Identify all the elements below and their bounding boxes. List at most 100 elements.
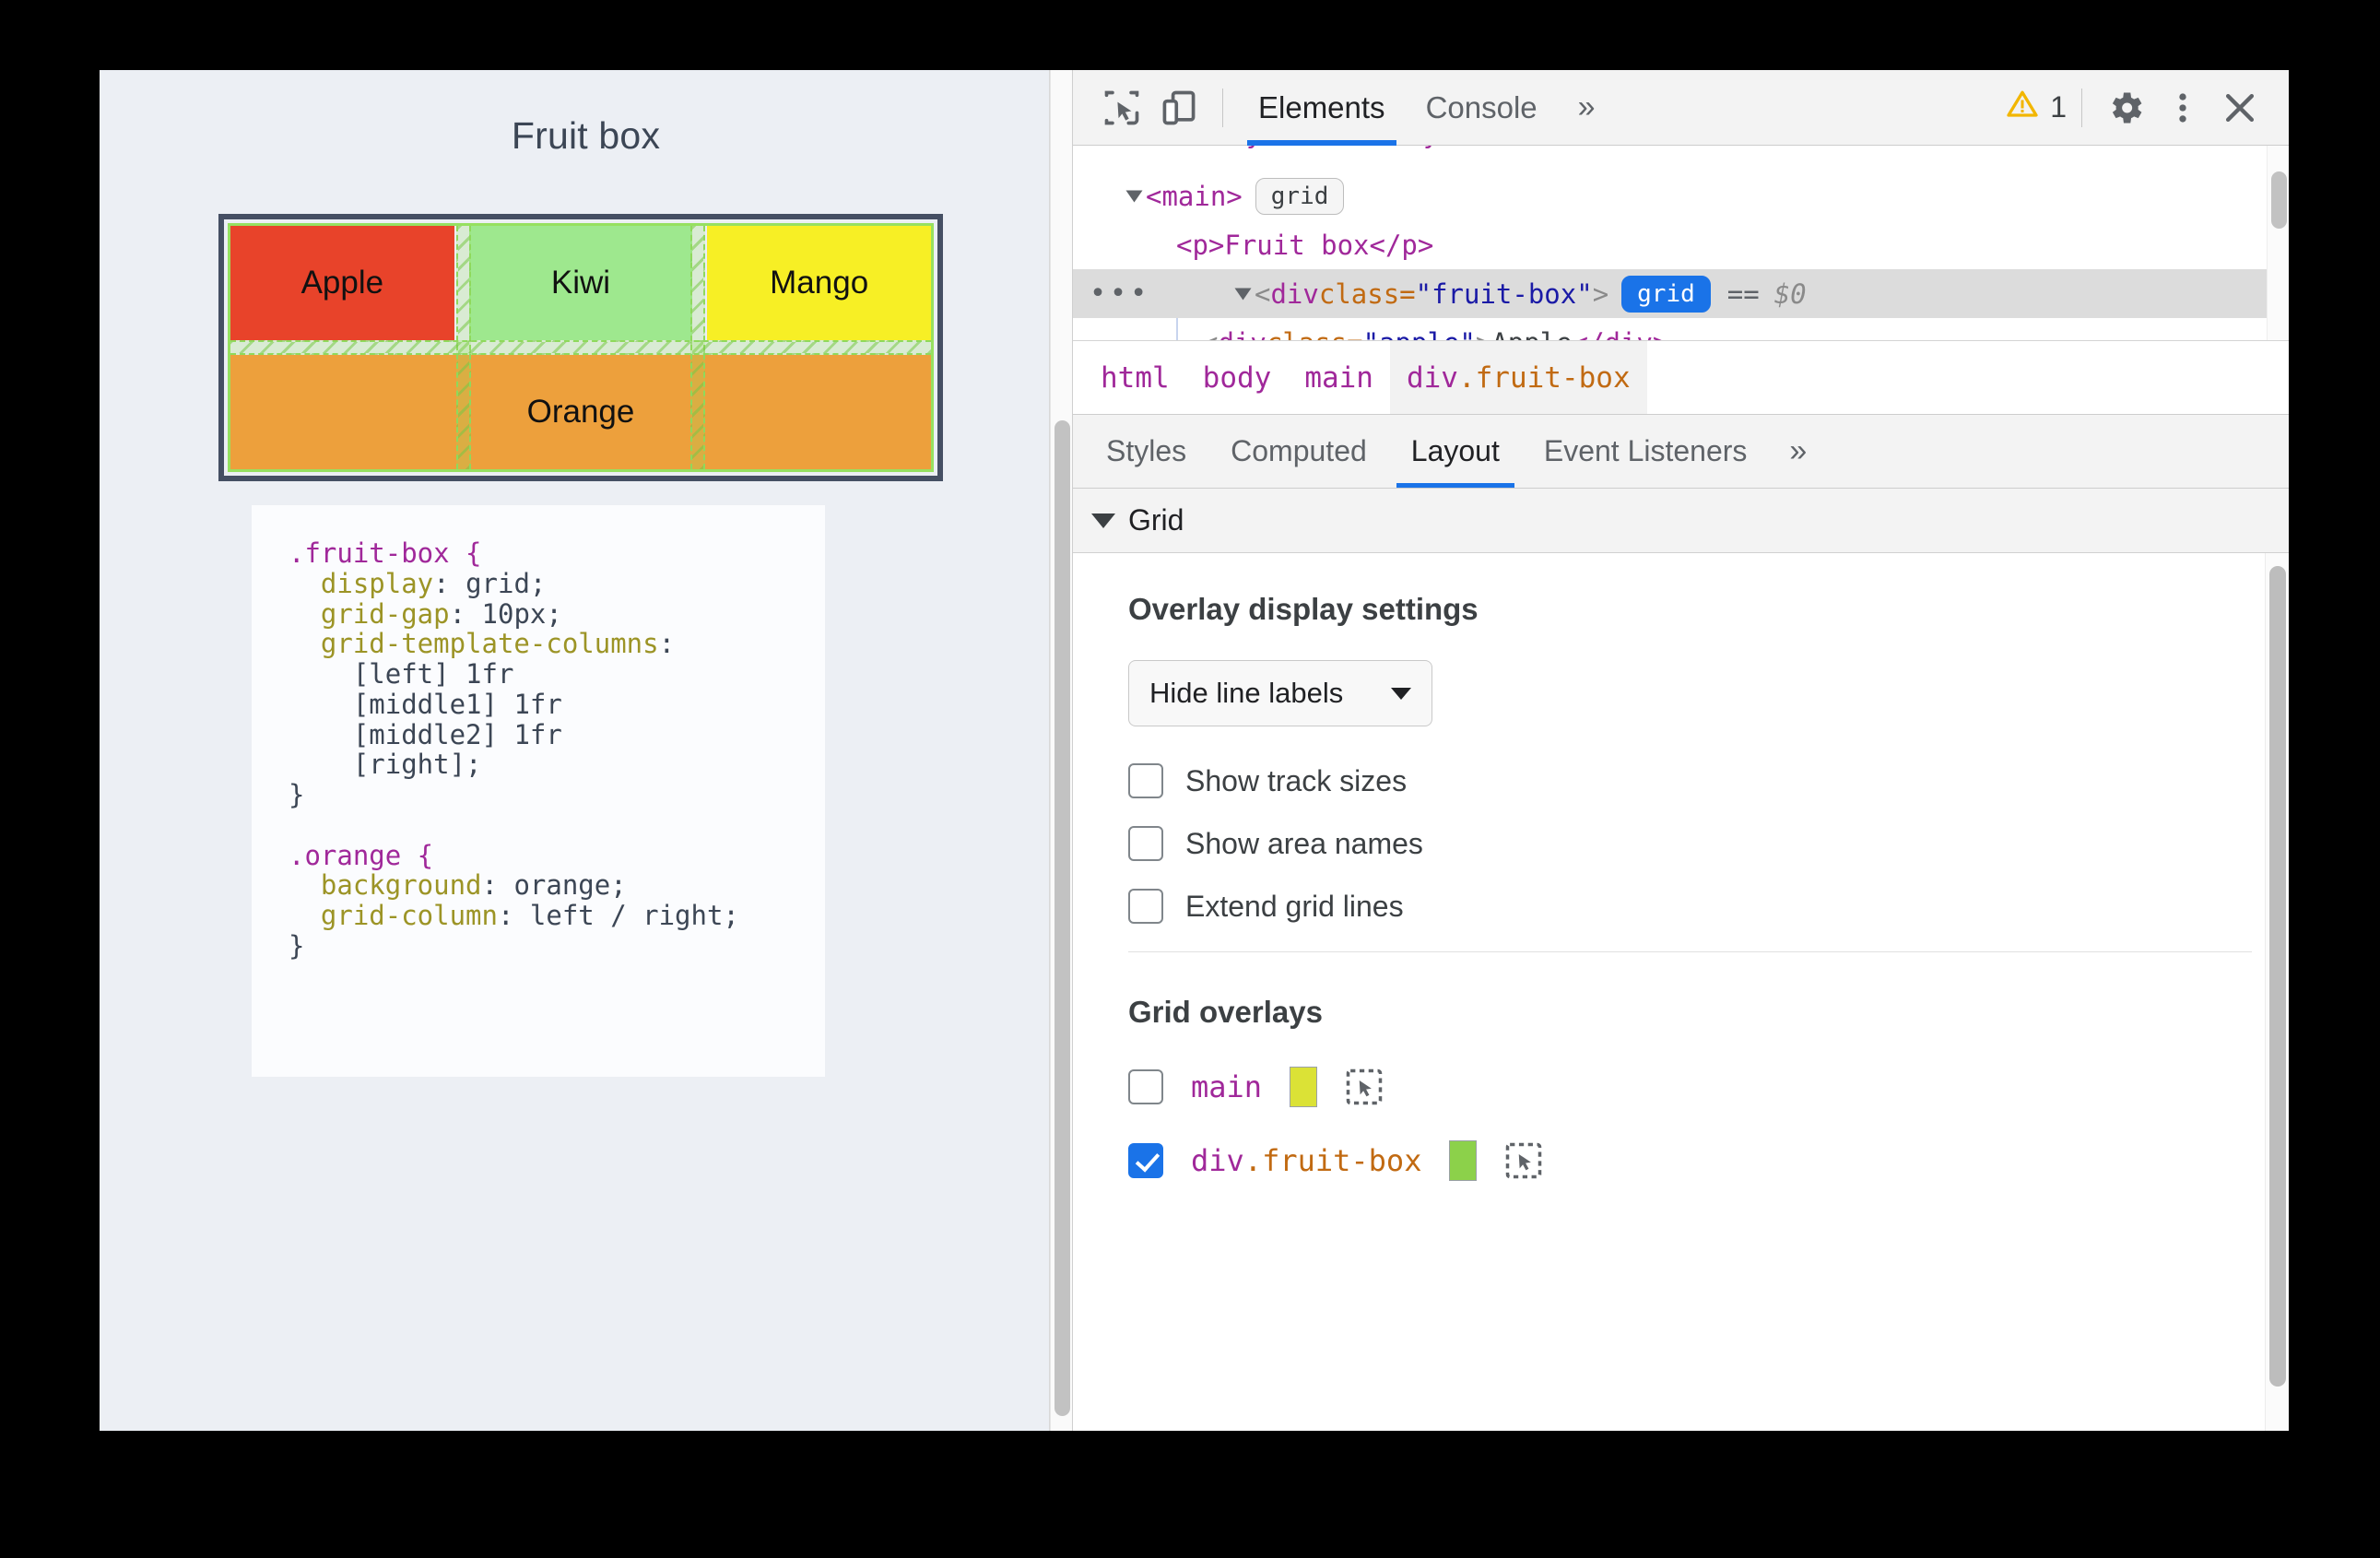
css-val-display: grid; <box>465 567 547 599</box>
dom-row-p[interactable]: <p>Fruit box</p> <box>1073 220 2289 269</box>
pane-tabs: Styles Computed Layout Event Listeners » <box>1073 415 2289 489</box>
overlay-color-swatch-fruit-box[interactable] <box>1449 1140 1478 1181</box>
expand-triangle-icon[interactable] <box>1234 288 1252 300</box>
breadcrumb: html body main div .fruit-box <box>1073 341 2289 415</box>
device-toolbar-icon[interactable] <box>1150 81 1208 135</box>
grid-cell-label: Mango <box>770 265 869 301</box>
overlay-settings-title: Overlay display settings <box>1128 592 1479 626</box>
dom-eq-marker: == <box>1726 277 1760 310</box>
checkbox-label: Extend grid lines <box>1185 889 1404 923</box>
overlay-color-swatch-main[interactable] <box>1290 1067 1318 1107</box>
dom-dollar-zero: $0 <box>1773 277 1807 310</box>
tab-computed-label: Computed <box>1231 434 1367 467</box>
line-labels-select[interactable]: Hide line labels <box>1128 660 1432 726</box>
grid-cell-apple: Apple <box>230 226 454 340</box>
tab-layout-label: Layout <box>1410 434 1500 467</box>
css-selector-fruit-box: .fruit-box { <box>289 537 482 569</box>
css-prop-grid-gap: grid-gap <box>320 597 450 630</box>
tab-console[interactable]: Console <box>1406 70 1558 146</box>
grid-badge[interactable]: grid <box>1255 177 1345 215</box>
css-prop-grid-template-columns: grid-template-columns <box>320 628 659 660</box>
layout-pane-scrollbar[interactable] <box>2265 553 2289 1431</box>
dom-row-ellipsis-badge[interactable]: ••• <box>1090 279 1150 308</box>
overlay-name-main: main <box>1191 1069 1263 1104</box>
breadcrumb-item-fruit-box[interactable]: div .fruit-box <box>1389 341 1647 414</box>
select-element-icon[interactable] <box>1504 1141 1543 1180</box>
browser-window: Fruit box Apple Kiwi Mango Orange .fruit… <box>100 70 2289 1431</box>
tab-layout[interactable]: Layout <box>1389 415 1522 488</box>
dom-row-apple[interactable]: <div class="apple">Apple</div> <box>1073 318 2289 341</box>
grid-badge-active[interactable]: grid <box>1621 275 1711 313</box>
css-selector-orange: .orange { <box>289 839 434 871</box>
dom-tree[interactable]: <body class="style"> <main> grid <p>Frui… <box>1073 146 2289 341</box>
tab-styles[interactable]: Styles <box>1084 415 1208 488</box>
css-code-text: .fruit-box { display: grid; grid-gap: 10… <box>289 537 739 962</box>
css-track-middle1: [middle1] 1fr <box>352 688 562 720</box>
checkbox-extend-grid-lines[interactable] <box>1128 889 1163 924</box>
layout-pane-body: Overlay display settings Hide line label… <box>1073 553 2289 1431</box>
tab-event-listeners[interactable]: Event Listeners <box>1522 415 1770 488</box>
page-scrollbar-thumb[interactable] <box>1055 420 1070 1416</box>
dom-tag-close-apple: > <box>1476 327 1491 341</box>
inspect-element-icon[interactable] <box>1093 81 1150 135</box>
grid-cell-label: Orange <box>526 394 635 430</box>
checkbox-show-track-sizes[interactable] <box>1128 763 1163 798</box>
expand-triangle-icon[interactable] <box>1125 190 1143 202</box>
dom-tree-scrollbar-thumb[interactable] <box>2271 171 2287 229</box>
checkbox-row-show-track-sizes[interactable]: Show track sizes <box>1128 763 2289 798</box>
toolbar-separator <box>1222 88 1223 127</box>
breadcrumb-item-html[interactable]: html <box>1084 341 1186 414</box>
checkbox-show-area-names[interactable] <box>1128 826 1163 861</box>
close-icon[interactable] <box>2211 81 2268 135</box>
more-panes-icon[interactable]: » <box>1769 415 1827 488</box>
overlay-row-fruit-box[interactable]: div.fruit-box <box>1128 1140 2289 1181</box>
dom-row-fruit-box[interactable]: ••• < div class= "fruit-box" > grid == $0 <box>1073 269 2289 318</box>
css-val-grid-gap: 10px; <box>481 597 562 630</box>
gear-icon[interactable] <box>2097 81 2154 135</box>
dom-row-partial[interactable]: <body class="style"> <box>1073 146 2289 171</box>
overlay-display-settings-section: Overlay display settings Hide line label… <box>1073 553 2289 924</box>
breadcrumb-item-main[interactable]: main <box>1288 341 1390 414</box>
dom-tree-scrollbar[interactable] <box>2267 146 2289 340</box>
grid-cell-orange: Orange <box>230 355 931 469</box>
grid-section-header[interactable]: Grid <box>1073 489 2289 553</box>
overlay-name-tag: div <box>1191 1143 1244 1178</box>
dom-attr-name-apple: class= <box>1267 327 1363 341</box>
page-viewport: Fruit box Apple Kiwi Mango Orange .fruit… <box>100 70 1072 1431</box>
dom-row-main[interactable]: <main> grid <box>1073 171 2289 220</box>
layout-pane-scrollbar-thumb[interactable] <box>2269 566 2286 1387</box>
css-prop-grid-column: grid-column <box>320 900 498 932</box>
checkbox-row-show-area-names[interactable]: Show area names <box>1128 826 2289 861</box>
css-track-middle2: [middle2] 1fr <box>352 718 562 750</box>
warning-count: 1 <box>2050 90 2067 124</box>
chevron-down-icon[interactable] <box>1091 513 1115 528</box>
more-vertical-icon[interactable] <box>2154 81 2211 135</box>
more-tabs-icon[interactable]: » <box>1558 70 1616 146</box>
tab-event-listeners-label: Event Listeners <box>1543 434 1748 467</box>
dom-end-tag-apple: </div> <box>1573 327 1669 341</box>
checkbox-row-extend-grid-lines[interactable]: Extend grid lines <box>1128 889 2289 924</box>
dom-tag-main: <main> <box>1146 180 1243 212</box>
overlay-row-main[interactable]: main <box>1128 1067 2289 1107</box>
tab-elements[interactable]: Elements <box>1238 70 1406 146</box>
grid-gap-overlay-row-1 <box>230 340 931 355</box>
grid-cell-kiwi: Kiwi <box>468 226 693 340</box>
checkbox-overlay-main[interactable] <box>1128 1069 1163 1104</box>
breadcrumb-label: div <box>1406 360 1458 395</box>
css-prop-display: display <box>320 567 434 599</box>
breadcrumb-class-suffix: .fruit-box <box>1457 360 1631 395</box>
page-scrollbar[interactable] <box>1050 70 1072 1431</box>
more-panes-label: » <box>1789 433 1808 468</box>
tab-computed[interactable]: Computed <box>1208 415 1389 488</box>
checkbox-label: Show area names <box>1185 826 1423 860</box>
css-prop-background: background <box>320 869 482 902</box>
indent-guide <box>1176 318 1178 340</box>
select-element-icon[interactable] <box>1345 1068 1384 1106</box>
checkbox-overlay-fruit-box[interactable] <box>1128 1143 1163 1178</box>
dom-p-markup: <p>Fruit box</p> <box>1176 229 1434 261</box>
breadcrumb-item-body[interactable]: body <box>1186 341 1289 414</box>
css-val-grid-column: left / right; <box>529 900 739 932</box>
breadcrumb-label: main <box>1304 360 1373 395</box>
warning-indicator[interactable]: 1 <box>2006 88 2067 128</box>
dom-text-apple: Apple <box>1491 327 1572 341</box>
